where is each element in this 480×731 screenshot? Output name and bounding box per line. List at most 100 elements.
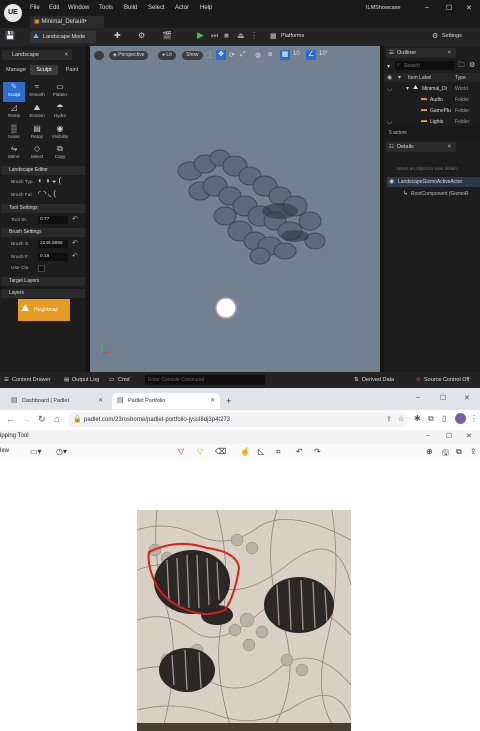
lock-icon[interactable]: 🔒 [73,415,82,423]
tool-hydro[interactable]: ☂ Hydro [49,103,71,123]
back-icon[interactable]: ← [6,414,15,424]
brush-size-field[interactable]: 2249.5865 [38,240,68,248]
browser-tab-portfolio[interactable]: ▤ Padlet Portfolio ✕ [112,393,220,409]
crop-icon[interactable]: ⌗ [276,447,281,457]
sidebar-icon[interactable]: ▯ [442,414,446,423]
maximize-icon[interactable]: ☐ [446,432,452,440]
details-tab[interactable]: ☷ Details ✕ [386,142,456,152]
level-viewport[interactable]: ◈ Perspective ● Lit Show ⬚ ✥ ⟳ ⤢ ◍ ⧈ ▦ 1… [90,46,380,372]
tool-ramp[interactable]: ◿ Ramp [3,103,25,123]
cinematics-icon[interactable]: 🎬 [162,31,172,40]
mode-dropdown[interactable]: ⛰ Landscape Mode [30,31,96,43]
source-control-button[interactable]: Source Control Off [424,377,469,383]
outliner-search-input[interactable]: ⌕ Search [395,61,455,70]
minimize-icon[interactable]: – [425,4,429,11]
brush-falloff-field[interactable]: 0.19 [38,253,68,261]
tab-close-icon[interactable]: ✕ [98,393,103,409]
tool-strength-field[interactable]: 0.77 [38,216,68,224]
browser-tab-dashboard[interactable]: ▤ Dashboard | Padlet ✕ [6,393,106,409]
new-tab-icon[interactable]: + [226,396,231,406]
share-icon[interactable]: ⇪ [386,415,392,423]
reset-icon[interactable]: ↶ [72,215,78,223]
unreal-logo-icon[interactable]: UE [4,4,22,22]
tool-noise[interactable]: ▒ Noise [3,124,25,144]
share-snip-icon[interactable]: ⇪ [470,447,477,456]
puzzle-icon[interactable]: ⧉ [428,414,434,424]
minimize-icon[interactable]: – [426,432,430,439]
section-brush-settings[interactable]: Brush Settings [1,228,85,237]
section-layers[interactable]: Layers [1,289,85,298]
menu-select[interactable]: Select [148,5,165,11]
close-icon[interactable]: ✕ [466,4,472,12]
save-snip-icon[interactable]: 🖫 [442,447,449,461]
brush-type-options[interactable]: ◐◑◒( [38,176,63,185]
new-snip-button[interactable]: lew [0,448,9,454]
col-type[interactable]: Type [455,75,466,81]
outliner-tab[interactable]: ☰ Outliner ✕ [386,48,456,58]
mode-tab-manage[interactable]: Manage [2,65,30,75]
heightmap-layer[interactable]: ⛰ Heightmap [18,299,70,321]
panel-close-icon[interactable]: ✕ [64,50,69,60]
home-icon[interactable]: ⌂ [54,414,59,424]
save-icon[interactable]: 💾 [5,31,15,40]
undo-icon[interactable]: ↶ [296,447,303,456]
tool-select[interactable]: ◇ Select [26,144,48,164]
selected-actor-row[interactable]: ◉ LandscapeGizmoActiveActor [387,177,480,187]
outliner-row[interactable]: ◡ ▾ ⛰ Minimal_Di World [384,84,480,94]
section-target-layers[interactable]: Target Layers [1,277,85,286]
derived-data-icon[interactable]: ⇅ [354,377,359,383]
eye-hidden-icon[interactable]: ◡ [387,85,392,92]
tool-smooth[interactable]: ≈ Smooth [26,82,48,102]
eye-hidden-icon[interactable]: ◡ [387,118,392,125]
url-field[interactable]: 🔒 padlet.com/23rosborne/padlet-portfolio… [68,413,408,427]
browser-menu-icon[interactable]: ⋮ [470,414,478,423]
outliner-close-icon[interactable]: ✕ [447,50,452,56]
ballpoint-pen-icon[interactable]: ▽ [178,447,184,456]
console-input[interactable]: Enter Console Command [145,375,265,385]
col-item-label[interactable]: Item Label [408,75,431,81]
tool-mirror[interactable]: ⇋ Mirror [3,144,25,164]
maximize-icon[interactable]: ☐ [446,4,452,12]
mode-tab-paint[interactable]: Paint [58,65,86,75]
menu-help[interactable]: Help [200,5,212,11]
tool-erosion[interactable]: ⛰ Erosion [26,103,48,123]
landscape-panel-tab[interactable]: Landscape ✕ [2,50,72,60]
add-actor-icon[interactable]: ✚ [114,31,121,40]
forward-icon[interactable]: → [22,414,31,424]
touch-writing-icon[interactable]: ☝ [240,447,250,456]
reload-icon[interactable]: ↻ [38,414,46,425]
settings-menu[interactable]: ⚙ Settings [432,31,478,43]
stop-icon[interactable]: ■ [224,31,229,40]
add-folder-icon[interactable]: 🗀 [458,61,465,72]
section-tool-settings[interactable]: Tool Settings [1,204,85,213]
close-icon[interactable]: ✕ [464,394,470,402]
output-log-icon[interactable]: ▤ [64,377,69,383]
menu-window[interactable]: Window [68,5,89,11]
details-close-icon[interactable]: ✕ [447,144,452,150]
maximize-icon[interactable]: ☐ [440,394,446,402]
content-drawer-button[interactable]: Content Drawer [12,377,51,383]
source-control-icon[interactable]: ⊘ [416,377,421,383]
profile-avatar[interactable] [455,413,466,424]
project-tab[interactable]: ▣ Minimal_Default• [30,16,104,28]
extensions-icon[interactable]: ✱ [414,414,421,423]
menu-actor[interactable]: Actor [175,5,189,11]
highlighter-icon[interactable]: ▽ [197,447,203,456]
close-icon[interactable]: ✕ [466,432,472,440]
eject-icon[interactable]: ⏏ [237,31,245,40]
sort-icon[interactable]: ▾ [398,74,401,81]
snip-mode-icon[interactable]: ▭▾ [30,447,42,456]
tool-visibility[interactable]: ◉ Visibility [49,124,71,144]
use-clay-checkbox[interactable] [38,265,45,272]
ruler-icon[interactable]: ◺ [258,447,264,456]
reset-icon[interactable]: ↶ [72,239,78,247]
tool-retop[interactable]: ▤ Retop [26,124,48,144]
tool-sculpt[interactable]: ✎ Sculpt [3,82,25,102]
tool-flatten[interactable]: ▭ Flatten [49,82,71,102]
zoom-icon[interactable]: ⊕ [426,447,433,456]
expand-icon[interactable]: ▾ [406,85,409,92]
cmd-dropdown[interactable]: Cmd [118,377,130,383]
play-options-icon[interactable]: ⋮ [250,31,258,40]
platforms-menu[interactable]: ▦ Platforms [270,31,320,43]
minimize-icon[interactable]: – [416,394,420,401]
